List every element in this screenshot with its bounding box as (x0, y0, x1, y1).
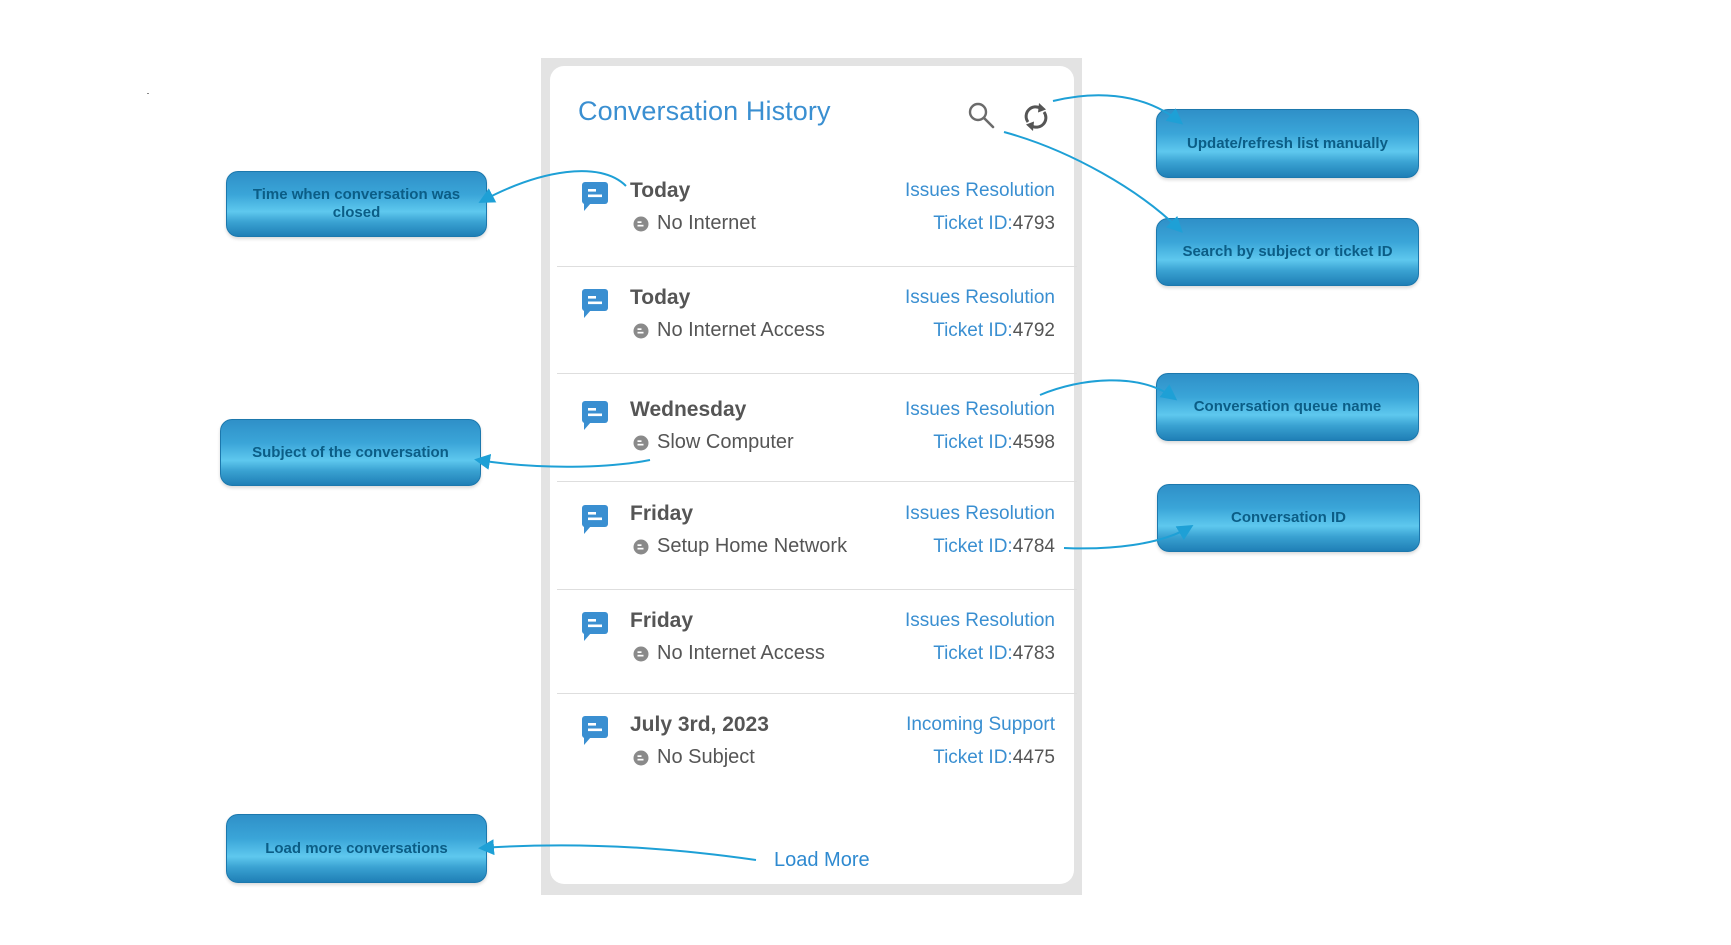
ticket-id-label: Ticket ID: (933, 747, 1013, 768)
row-divider (557, 266, 1077, 267)
conversation-subject: Slow Computer (657, 431, 794, 453)
ticket-id-label: Ticket ID: (933, 536, 1013, 557)
conversation-subject: No Internet Access (657, 642, 825, 664)
ticket-id: Ticket ID:4784 (933, 536, 1055, 558)
conversation-date: Friday (630, 609, 694, 632)
row-divider (557, 481, 1077, 482)
subject-icon (633, 216, 649, 232)
conversation-row[interactable]: Today No Internet Issues Resolution Ticket … (557, 175, 1077, 265)
conversation-date: Friday (630, 502, 694, 525)
conversation-date: Wednesday (630, 398, 747, 421)
subject-icon (633, 750, 649, 766)
refresh-button[interactable] (1019, 100, 1053, 134)
ticket-id: Ticket ID:4783 (933, 643, 1055, 665)
conversation-subject: No Subject (657, 746, 755, 768)
refresh-icon (1024, 103, 1048, 131)
ticket-id: Ticket ID:4792 (933, 320, 1055, 342)
ticket-id-value: 4598 (1012, 432, 1055, 453)
conversation-row[interactable]: Friday No Internet Access Issues Resolutio… (557, 605, 1077, 695)
conversation-date: Today (630, 179, 691, 202)
ticket-id-value: 4783 (1012, 643, 1055, 664)
ticket-id-label: Ticket ID: (933, 643, 1013, 664)
subject-icon (633, 323, 649, 339)
conversation-subject: No Internet (657, 212, 756, 234)
queue-name: Issues Resolution (905, 610, 1055, 631)
ticket-id: Ticket ID:4598 (933, 432, 1055, 454)
callout-load-more: Load more conversations (226, 814, 487, 883)
callout-search: Search by subject or ticket ID (1156, 218, 1419, 286)
ticket-id-value: 4792 (1012, 320, 1055, 341)
ticket-id-value: 4475 (1012, 747, 1055, 768)
conversation-date: July 3rd, 2023 (630, 713, 769, 736)
queue-name: Issues Resolution (905, 399, 1055, 420)
message-icon (582, 182, 608, 211)
ticket-id-value: 4793 (1012, 213, 1055, 234)
conversation-row[interactable]: July 3rd, 2023 No Subject Incoming Support… (557, 709, 1077, 799)
subject-icon (633, 646, 649, 662)
row-divider (557, 693, 1077, 694)
conversation-subject: No Internet Access (657, 319, 825, 341)
search-icon (968, 102, 995, 129)
conversation-subject: Setup Home Network (657, 535, 848, 557)
conversation-row[interactable]: Friday Setup Home Network Issues Resolutio… (557, 498, 1077, 588)
queue-name: Issues Resolution (905, 503, 1055, 524)
ticket-id: Ticket ID:4793 (933, 213, 1055, 235)
queue-name: Issues Resolution (905, 287, 1055, 308)
ticket-id-label: Ticket ID: (933, 213, 1013, 234)
ticket-id-label: Ticket ID: (933, 320, 1013, 341)
conversation-date: Today (630, 286, 691, 309)
row-divider (557, 589, 1077, 590)
conversation-row[interactable]: Today No Internet Access Issues Resolution… (557, 282, 1077, 372)
queue-name: Incoming Support (906, 714, 1055, 735)
callout-subject: Subject of the conversation (220, 419, 481, 486)
message-icon (582, 505, 608, 534)
load-more-link[interactable]: Load More (774, 849, 870, 872)
message-icon (582, 289, 608, 318)
ticket-id-label: Ticket ID: (933, 432, 1013, 453)
ticket-id-value: 4784 (1012, 536, 1055, 557)
message-icon (582, 401, 608, 430)
callout-queue: Conversation queue name (1156, 373, 1419, 441)
callout-time-closed: Time when conversation was closed (226, 171, 487, 237)
conversation-row[interactable]: Wednesday Slow Computer Issues Resolution T… (557, 394, 1077, 484)
subject-icon (633, 539, 649, 555)
message-icon (582, 716, 608, 745)
row-divider (557, 373, 1077, 374)
queue-name: Issues Resolution (905, 180, 1055, 201)
search-button[interactable] (966, 100, 998, 132)
message-icon (582, 612, 608, 641)
stray-dot (147, 93, 149, 94)
subject-icon (633, 435, 649, 451)
ticket-id: Ticket ID:4475 (933, 747, 1055, 769)
page-title: Conversation History (578, 96, 831, 126)
callout-conversation-id: Conversation ID (1157, 484, 1420, 552)
callout-refresh: Update/refresh list manually (1156, 109, 1419, 178)
